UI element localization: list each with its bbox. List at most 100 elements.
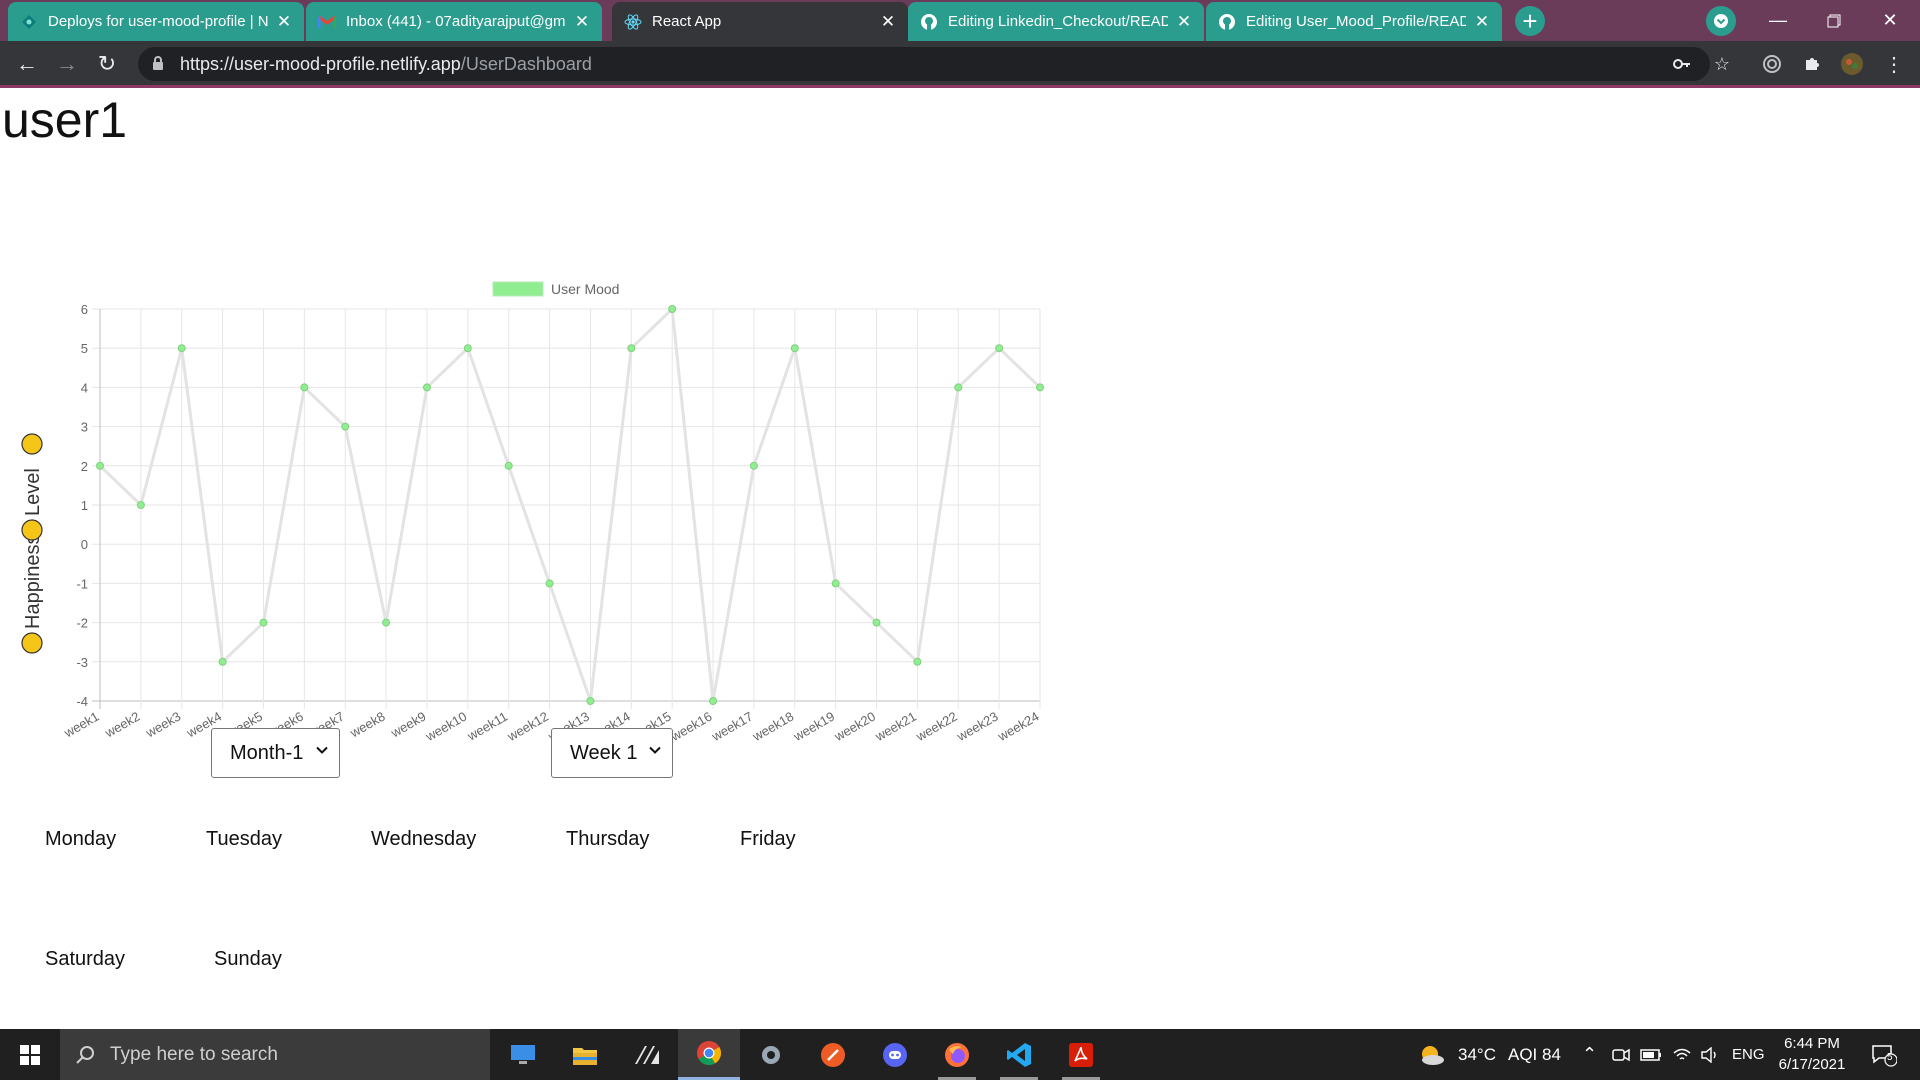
forward-button[interactable]: →	[52, 49, 82, 79]
close-icon[interactable]: ✕	[1174, 12, 1194, 32]
y-tick-label: 1	[81, 498, 88, 513]
y-tick-label: -3	[76, 655, 88, 670]
new-tab-button[interactable]: +	[1515, 6, 1545, 36]
x-tick-label: week22	[913, 709, 960, 745]
volume-icon[interactable]	[1700, 1029, 1720, 1080]
close-icon[interactable]: ✕	[572, 12, 592, 32]
week-select-value: Week 1	[570, 741, 638, 764]
data-point	[831, 579, 840, 588]
y-tick-label: 3	[81, 420, 88, 435]
x-tick-label: week16	[667, 709, 714, 745]
close-window-button[interactable]: ✕	[1862, 0, 1918, 41]
weather-widget[interactable]: 34°C AQI 84	[1418, 1029, 1561, 1080]
search-icon	[76, 1045, 94, 1064]
tab-title: Editing Linkedin_Checkout/READ	[948, 13, 1168, 30]
sad-face-icon	[21, 632, 43, 654]
back-button[interactable]: ←	[12, 49, 42, 79]
close-icon[interactable]: ✕	[1472, 12, 1492, 32]
tab-github-linkedin-checkout[interactable]: Editing Linkedin_Checkout/READ ✕	[908, 2, 1204, 41]
y-tick-label: 5	[81, 341, 88, 356]
chrome-icon[interactable]	[678, 1029, 740, 1080]
file-explorer-icon[interactable]	[554, 1029, 616, 1080]
settings-icon[interactable]	[740, 1029, 802, 1080]
avatar[interactable]	[1838, 50, 1866, 78]
acrobat-icon[interactable]	[1050, 1029, 1112, 1080]
language-indicator[interactable]: ENG	[1732, 1029, 1765, 1080]
minimize-button[interactable]: —	[1750, 0, 1806, 41]
data-point	[790, 344, 799, 353]
clock-time: 6:44 PM	[1784, 1035, 1840, 1052]
y-tick-label: -4	[76, 694, 88, 709]
data-point	[136, 501, 145, 509]
extension-target-icon[interactable]	[1758, 50, 1786, 78]
month-select-value: Month-1	[230, 741, 304, 764]
day-label-monday: Monday	[45, 828, 117, 850]
discord-icon[interactable]	[864, 1029, 926, 1080]
x-tick-label: week23	[953, 709, 1000, 745]
weather-sun-cloud-icon	[1422, 1045, 1444, 1065]
extensions-puzzle-icon[interactable]	[1798, 50, 1826, 78]
tab-gmail-inbox[interactable]: Inbox (441) - 07adityarajput@gm ✕	[306, 2, 602, 41]
tab-netlify-deploys[interactable]: Deploys for user-mood-profile | N ✕	[8, 2, 304, 41]
data-point	[422, 383, 431, 392]
y-axis-title-part1: Happiness	[22, 534, 44, 629]
battery-icon[interactable]	[1640, 1029, 1662, 1080]
day-label-thursday: Thursday	[566, 828, 650, 850]
y-axis-title-part2: Level	[22, 468, 44, 516]
close-icon[interactable]: ✕	[878, 12, 898, 32]
notification-center-icon[interactable]: 5	[1868, 1039, 1900, 1071]
notification-count-badge: 5	[1887, 1052, 1893, 1063]
windows-taskbar: Type here to search 34°C AQI 84 ⌃ ENG 6:…	[0, 1029, 1920, 1080]
x-tick-label: week19	[790, 709, 837, 745]
menu-kebab-icon[interactable]: ⋮	[1880, 50, 1908, 78]
download-icon[interactable]	[1706, 6, 1736, 36]
windows-start-icon[interactable]	[0, 1029, 60, 1080]
x-tick-label: week17	[708, 709, 755, 745]
chevron-up-icon[interactable]: ⌃	[1582, 1029, 1597, 1080]
taskbar-search-box[interactable]: Type here to search	[60, 1029, 490, 1080]
x-tick-label: week11	[464, 709, 510, 744]
chevron-down-icon	[316, 746, 328, 754]
clip-studio-icon[interactable]	[616, 1029, 678, 1080]
wifi-icon[interactable]	[1672, 1029, 1692, 1080]
x-tick-label: week1	[61, 709, 102, 741]
tab-title: React App	[652, 13, 722, 30]
data-point	[504, 461, 513, 470]
address-bar[interactable]: https://user-mood-profile.netlify.app/Us…	[138, 47, 1710, 81]
y-tick-label: 6	[81, 302, 88, 317]
reload-button[interactable]: ↻	[92, 49, 122, 79]
desktop-icon[interactable]	[492, 1029, 554, 1080]
tab-react-app[interactable]: React App ✕	[612, 2, 908, 41]
system-clock[interactable]: 6:44 PM 6/17/2021	[1762, 1033, 1862, 1075]
tab-github-user-mood-profile[interactable]: Editing User_Mood_Profile/READ ✕	[1206, 2, 1502, 41]
vscode-icon[interactable]	[988, 1029, 1050, 1080]
key-icon[interactable]	[1668, 50, 1696, 78]
legend-swatch	[492, 281, 544, 297]
data-point	[382, 618, 391, 627]
happy-face-icon	[21, 433, 43, 455]
netlify-icon	[20, 13, 38, 31]
close-icon[interactable]: ✕	[274, 12, 294, 32]
x-tick-label: week3	[142, 709, 183, 741]
github-icon	[920, 13, 938, 31]
page-title: user1	[2, 92, 128, 148]
week-select[interactable]: Week 1	[551, 728, 673, 778]
tab-title: Inbox (441) - 07adityarajput@gm	[346, 13, 566, 30]
x-tick-label: week24	[994, 709, 1041, 745]
legend-label: User Mood	[551, 281, 619, 297]
x-tick-label: week8	[347, 709, 388, 741]
data-point	[218, 657, 227, 666]
day-label-tuesday: Tuesday	[206, 828, 282, 850]
github-icon	[1218, 13, 1236, 31]
meet-now-icon[interactable]	[1612, 1029, 1630, 1080]
firefox-icon[interactable]	[926, 1029, 988, 1080]
x-tick-label: week20	[831, 709, 878, 745]
month-select[interactable]: Month-1	[211, 728, 340, 778]
gmail-icon	[318, 13, 336, 31]
restore-button[interactable]	[1806, 0, 1862, 41]
day-label-saturday: Saturday	[45, 948, 126, 970]
bookmark-star-icon[interactable]: ☆	[1708, 50, 1736, 78]
postman-icon[interactable]	[802, 1029, 864, 1080]
mood-chart: User Mood Happiness Level 6 5 4 3 2 1 0 -1 -2 -3 -…	[21, 281, 1044, 745]
clock-date: 6/17/2021	[1778, 1056, 1846, 1073]
